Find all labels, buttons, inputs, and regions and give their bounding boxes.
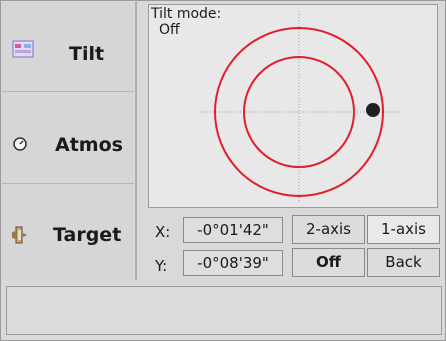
- off-button[interactable]: Off: [292, 248, 365, 277]
- x-label: X:: [155, 223, 171, 241]
- two-axis-button[interactable]: 2-axis: [292, 215, 365, 244]
- tilt-graphic: [201, 11, 401, 203]
- sidebar-item-atmos[interactable]: Atmos: [2, 94, 134, 184]
- one-axis-button[interactable]: 1-axis: [367, 215, 440, 244]
- y-label: Y:: [155, 257, 168, 275]
- sidebar-item-label: Tilt: [69, 43, 105, 65]
- tilt-display: Tilt mode: Off: [148, 4, 438, 208]
- tilt-icon: [12, 40, 34, 58]
- x-readout: -0°01'42": [183, 217, 283, 243]
- sidebar-item-tilt[interactable]: Tilt: [2, 2, 134, 92]
- sidebar-item-label: Atmos: [55, 134, 123, 156]
- sidebar: Tilt Atmos Target: [2, 2, 134, 280]
- inner-tolerance-circle: [243, 56, 355, 168]
- sidebar-item-target[interactable]: Target: [2, 188, 134, 278]
- level-bubble: [366, 103, 380, 117]
- back-button[interactable]: Back: [367, 248, 440, 277]
- status-bar: [6, 286, 442, 335]
- y-readout: -0°08'39": [183, 250, 283, 276]
- thermometer-dial-icon: [13, 137, 27, 151]
- prism-target-icon: [12, 226, 27, 244]
- sidebar-item-label: Target: [53, 224, 122, 246]
- tilt-mode-value: Off: [159, 22, 180, 38]
- sidebar-divider: [135, 0, 137, 280]
- tilt-mode-title: Tilt mode:: [151, 6, 222, 22]
